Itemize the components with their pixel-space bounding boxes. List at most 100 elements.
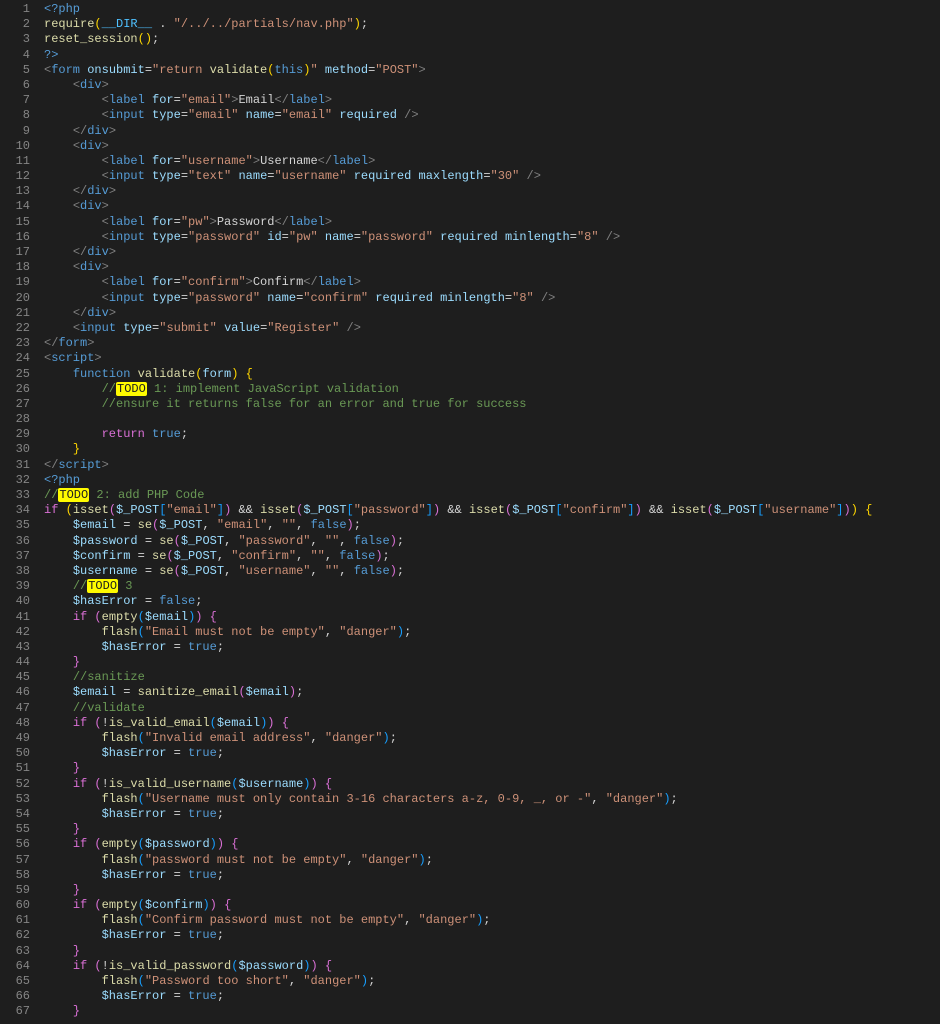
code-line[interactable]: } bbox=[44, 442, 940, 457]
code-line[interactable]: flash("Confirm password must not be empt… bbox=[44, 913, 940, 928]
line-number: 22 bbox=[6, 321, 30, 336]
line-number: 19 bbox=[6, 275, 30, 290]
code-line[interactable]: } bbox=[44, 761, 940, 776]
code-line[interactable]: <?php bbox=[44, 2, 940, 17]
code-line[interactable]: </div> bbox=[44, 184, 940, 199]
code-line[interactable]: if (empty($email)) { bbox=[44, 610, 940, 625]
code-line[interactable]: </form> bbox=[44, 336, 940, 351]
code-line[interactable]: if (empty($password)) { bbox=[44, 837, 940, 852]
line-number: 17 bbox=[6, 245, 30, 260]
code-line[interactable]: return true; bbox=[44, 427, 940, 442]
code-line[interactable]: $hasError = true; bbox=[44, 928, 940, 943]
code-line[interactable]: if (!is_valid_email($email)) { bbox=[44, 716, 940, 731]
code-line[interactable]: </script> bbox=[44, 458, 940, 473]
code-line[interactable]: </div> bbox=[44, 245, 940, 260]
line-number: 34 bbox=[6, 503, 30, 518]
line-number: 48 bbox=[6, 716, 30, 731]
line-number: 66 bbox=[6, 989, 30, 1004]
code-line[interactable]: <label for="pw">Password</label> bbox=[44, 215, 940, 230]
code-line[interactable]: require(__DIR__ . "/../../partials/nav.p… bbox=[44, 17, 940, 32]
code-line[interactable]: $username = se($_POST, "username", "", f… bbox=[44, 564, 940, 579]
code-line[interactable]: $confirm = se($_POST, "confirm", "", fal… bbox=[44, 549, 940, 564]
code-line[interactable]: <input type="submit" value="Register" /> bbox=[44, 321, 940, 336]
line-number: 10 bbox=[6, 139, 30, 154]
line-number: 23 bbox=[6, 336, 30, 351]
code-line[interactable]: </div> bbox=[44, 124, 940, 139]
code-line[interactable]: <div> bbox=[44, 199, 940, 214]
code-line[interactable]: <label for="confirm">Confirm</label> bbox=[44, 275, 940, 290]
code-line[interactable]: flash("Username must only contain 3-16 c… bbox=[44, 792, 940, 807]
line-number: 37 bbox=[6, 549, 30, 564]
code-line[interactable]: reset_session(); bbox=[44, 32, 940, 47]
line-number: 24 bbox=[6, 351, 30, 366]
line-number: 64 bbox=[6, 959, 30, 974]
code-line[interactable]: $hasError = true; bbox=[44, 807, 940, 822]
code-line[interactable]: <label for="username">Username</label> bbox=[44, 154, 940, 169]
code-line[interactable]: if (isset($_POST["email"]) && isset($_PO… bbox=[44, 503, 940, 518]
code-line[interactable]: if (!is_valid_password($password)) { bbox=[44, 959, 940, 974]
line-number: 59 bbox=[6, 883, 30, 898]
code-line[interactable]: $email = sanitize_email($email); bbox=[44, 685, 940, 700]
line-number: 33 bbox=[6, 488, 30, 503]
line-number: 29 bbox=[6, 427, 30, 442]
code-line[interactable]: $email = se($_POST, "email", "", false); bbox=[44, 518, 940, 533]
line-number: 28 bbox=[6, 412, 30, 427]
line-number: 35 bbox=[6, 518, 30, 533]
code-line[interactable]: <input type="password" id="pw" name="pas… bbox=[44, 230, 940, 245]
code-line[interactable]: $password = se($_POST, "password", "", f… bbox=[44, 534, 940, 549]
code-line[interactable]: //sanitize bbox=[44, 670, 940, 685]
code-line[interactable]: <div> bbox=[44, 139, 940, 154]
code-line[interactable]: <?php bbox=[44, 473, 940, 488]
code-line[interactable]: if (!is_valid_username($username)) { bbox=[44, 777, 940, 792]
code-line[interactable]: flash("password must not be empty", "dan… bbox=[44, 853, 940, 868]
code-line[interactable]: } bbox=[44, 822, 940, 837]
code-line[interactable]: //TODO 2: add PHP Code bbox=[44, 488, 940, 503]
code-line[interactable]: function validate(form) { bbox=[44, 367, 940, 382]
code-line[interactable]: $hasError = false; bbox=[44, 594, 940, 609]
code-line[interactable]: ?> bbox=[44, 48, 940, 63]
line-number: 54 bbox=[6, 807, 30, 822]
line-number: 25 bbox=[6, 367, 30, 382]
code-line[interactable]: } bbox=[44, 883, 940, 898]
code-line[interactable]: <input type="text" name="username" requi… bbox=[44, 169, 940, 184]
code-line[interactable]: $hasError = true; bbox=[44, 746, 940, 761]
line-number: 3 bbox=[6, 32, 30, 47]
line-number: 7 bbox=[6, 93, 30, 108]
code-line[interactable]: <form onsubmit="return validate(this)" m… bbox=[44, 63, 940, 78]
code-line[interactable]: //TODO 1: implement JavaScript validatio… bbox=[44, 382, 940, 397]
code-line[interactable]: if (empty($confirm)) { bbox=[44, 898, 940, 913]
code-line[interactable]: //ensure it returns false for an error a… bbox=[44, 397, 940, 412]
code-line[interactable]: <div> bbox=[44, 260, 940, 275]
code-line[interactable]: <label for="email">Email</label> bbox=[44, 93, 940, 108]
code-line[interactable]: $hasError = true; bbox=[44, 868, 940, 883]
code-line[interactable]: } bbox=[44, 1004, 940, 1019]
code-line[interactable]: $hasError = true; bbox=[44, 640, 940, 655]
line-number: 2 bbox=[6, 17, 30, 32]
line-number: 31 bbox=[6, 458, 30, 473]
line-number: 11 bbox=[6, 154, 30, 169]
code-line[interactable] bbox=[44, 412, 940, 427]
code-line[interactable]: <input type="email" name="email" require… bbox=[44, 108, 940, 123]
code-area[interactable]: <?phprequire(__DIR__ . "/../../partials/… bbox=[44, 0, 940, 1024]
code-line[interactable]: $hasError = true; bbox=[44, 989, 940, 1004]
code-line[interactable]: //TODO 3 bbox=[44, 579, 940, 594]
line-number: 55 bbox=[6, 822, 30, 837]
code-line[interactable]: flash("Invalid email address", "danger")… bbox=[44, 731, 940, 746]
code-line[interactable]: <script> bbox=[44, 351, 940, 366]
line-number: 56 bbox=[6, 837, 30, 852]
line-number: 36 bbox=[6, 534, 30, 549]
line-number: 40 bbox=[6, 594, 30, 609]
code-line[interactable]: flash("Email must not be empty", "danger… bbox=[44, 625, 940, 640]
code-line[interactable]: } bbox=[44, 944, 940, 959]
code-editor[interactable]: 1234567891011121314151617181920212223242… bbox=[0, 0, 940, 1024]
line-number: 26 bbox=[6, 382, 30, 397]
code-line[interactable]: <div> bbox=[44, 78, 940, 93]
code-line[interactable]: } bbox=[44, 655, 940, 670]
line-number: 6 bbox=[6, 78, 30, 93]
code-line[interactable]: </div> bbox=[44, 306, 940, 321]
line-number: 63 bbox=[6, 944, 30, 959]
code-line[interactable]: //validate bbox=[44, 701, 940, 716]
code-line[interactable]: flash("Password too short", "danger"); bbox=[44, 974, 940, 989]
code-line[interactable]: <input type="password" name="confirm" re… bbox=[44, 291, 940, 306]
line-number: 21 bbox=[6, 306, 30, 321]
